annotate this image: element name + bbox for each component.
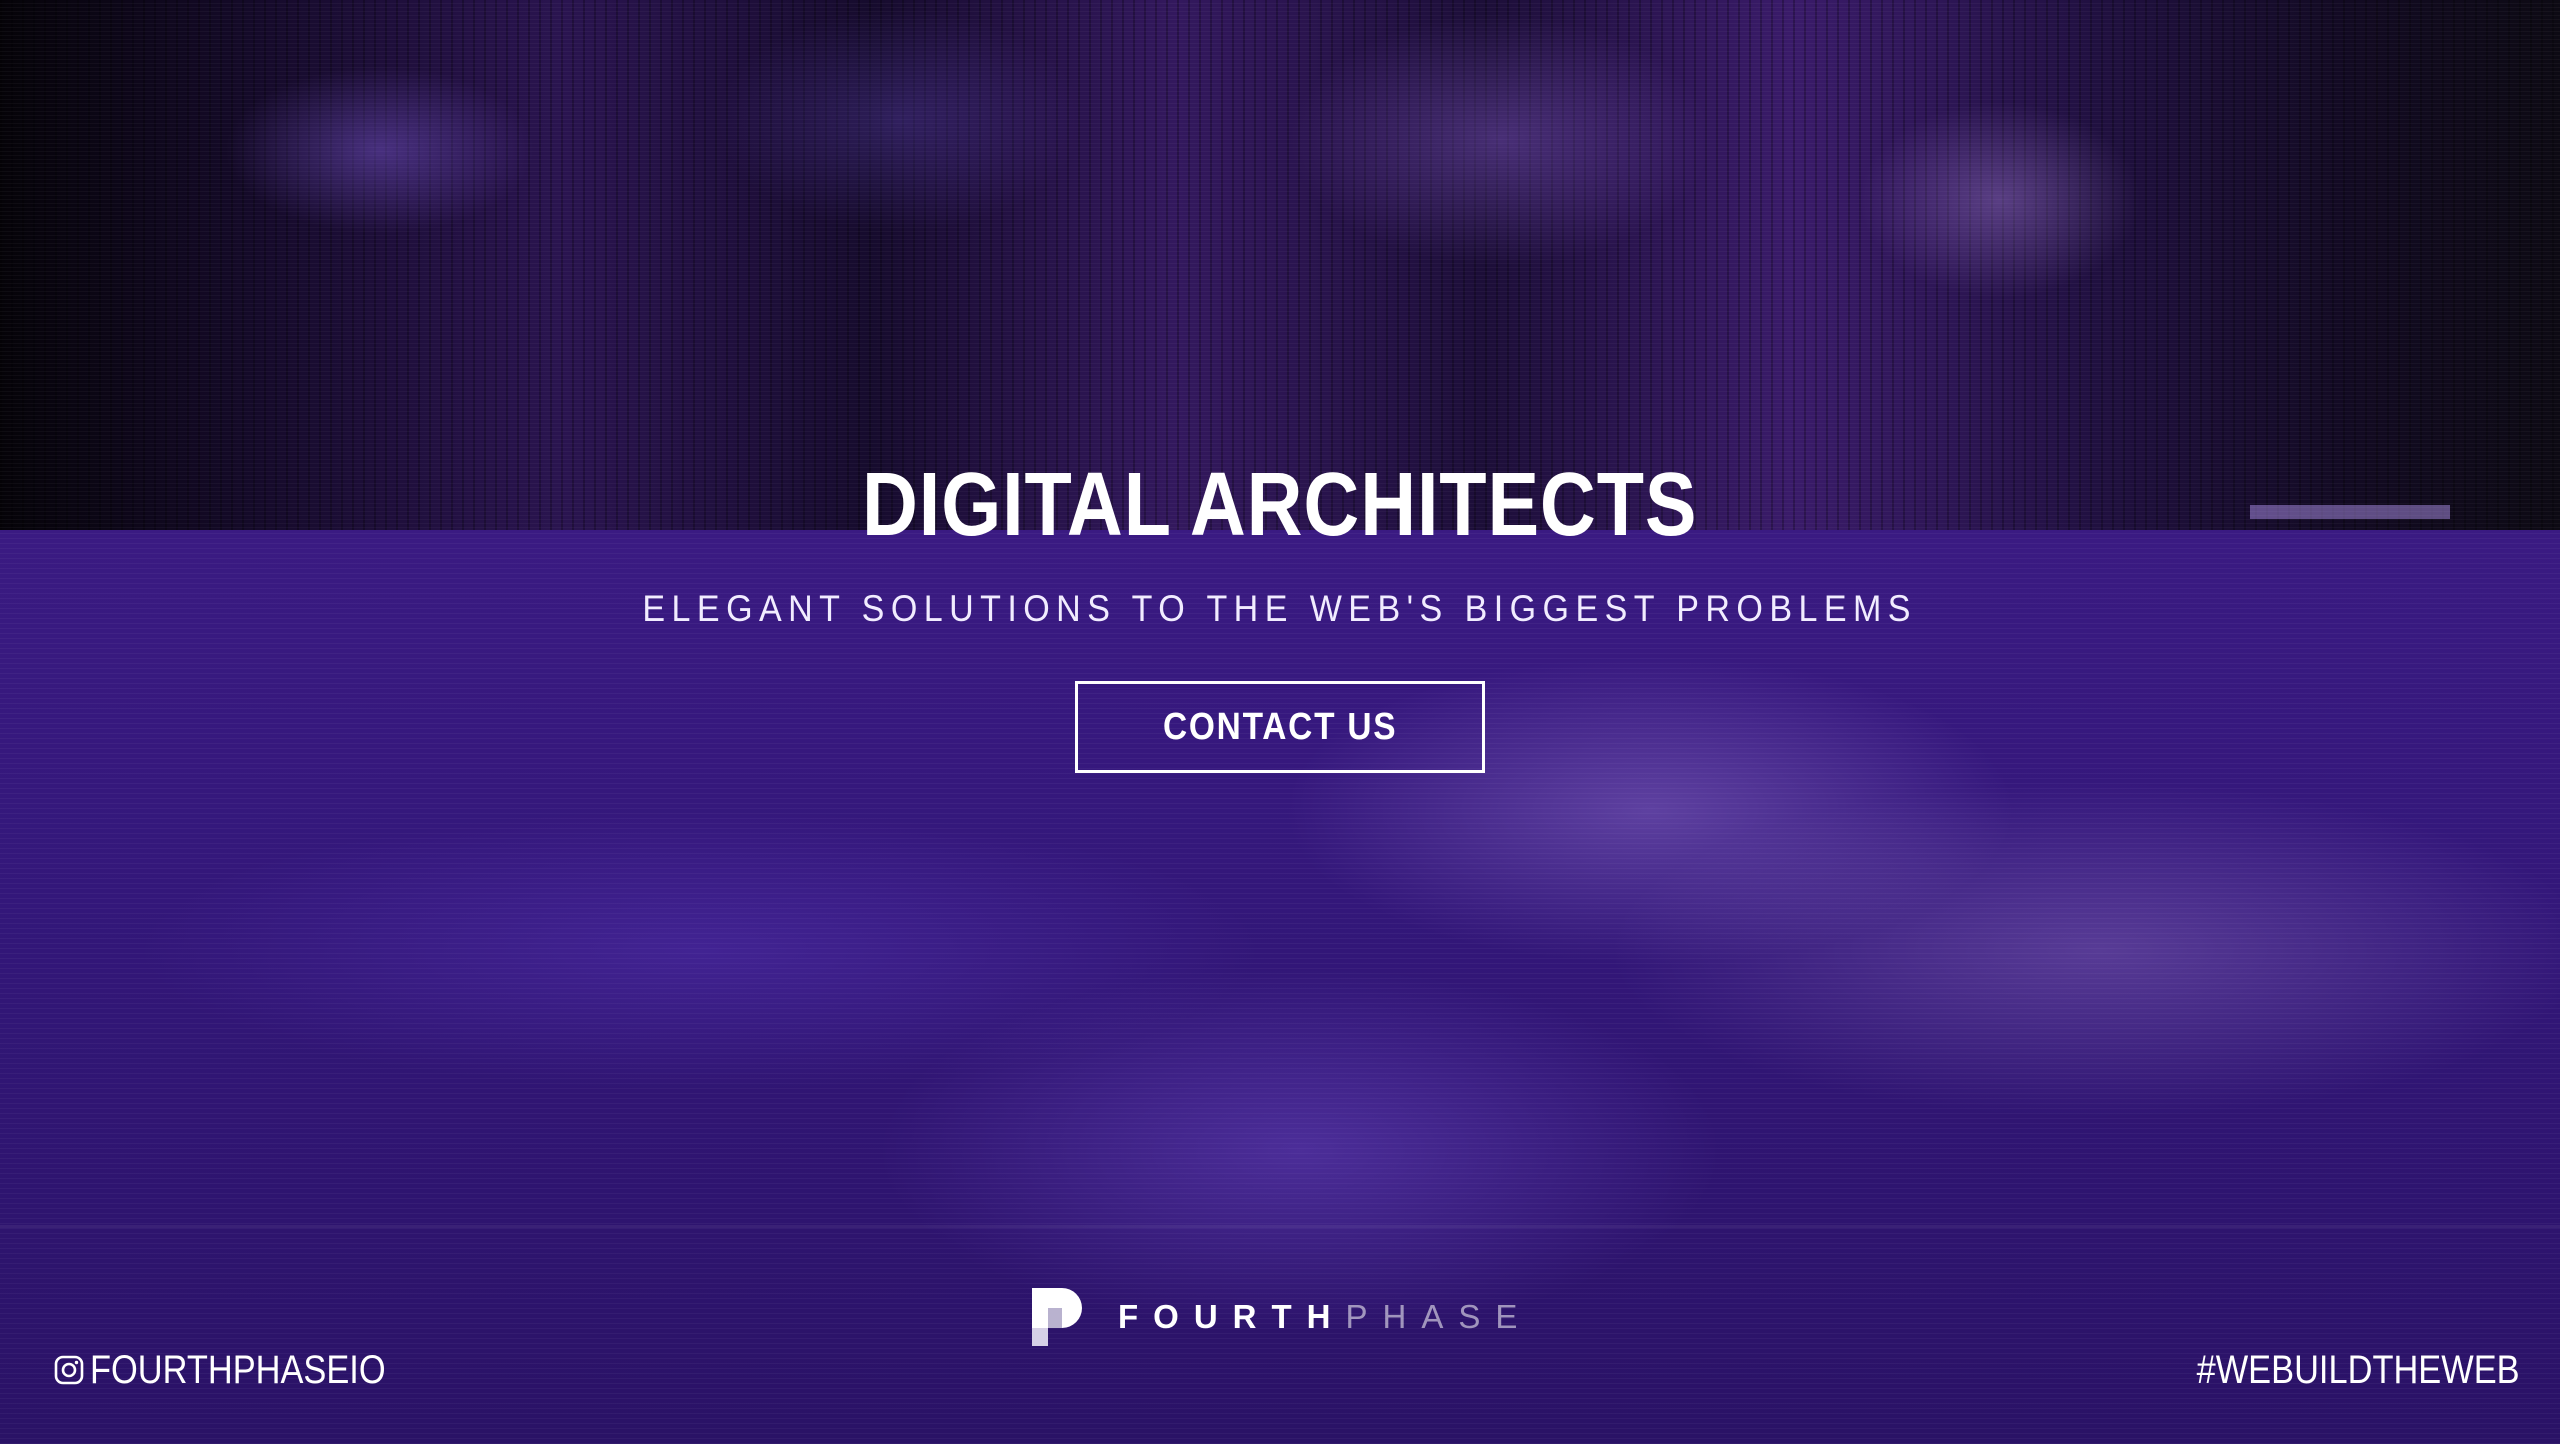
hashtag-text: #WEBUILDTHEWEB <box>2196 1348 2520 1392</box>
brand-logo[interactable]: FOURTH PHASE <box>1028 1282 1532 1352</box>
instagram-handle: FOURTHPHASEIO <box>90 1347 386 1392</box>
hero-subtitle: ELEGANT SOLUTIONS TO THE WEB'S BIGGEST P… <box>642 588 1918 629</box>
contact-us-label: CONTACT US <box>1162 706 1398 748</box>
instagram-link[interactable]: FOURTHPHASEIO <box>54 1346 434 1394</box>
glitch-strip <box>0 1225 2560 1228</box>
hero-content: DIGITAL ARCHITECTS ELEGANT SOLUTIONS TO … <box>0 460 2560 773</box>
fourthphase-logo-icon <box>1032 1288 1082 1346</box>
instagram-icon <box>54 1355 84 1385</box>
hero-section: DIGITAL ARCHITECTS ELEGANT SOLUTIONS TO … <box>0 0 2560 1444</box>
contact-us-button[interactable]: CONTACT US <box>1075 681 1485 773</box>
hero-title: DIGITAL ARCHITECTS <box>862 455 1698 555</box>
brand-name-strong: FOURTH <box>1118 1298 1346 1335</box>
brand-name-light: PHASE <box>1345 1298 1533 1335</box>
